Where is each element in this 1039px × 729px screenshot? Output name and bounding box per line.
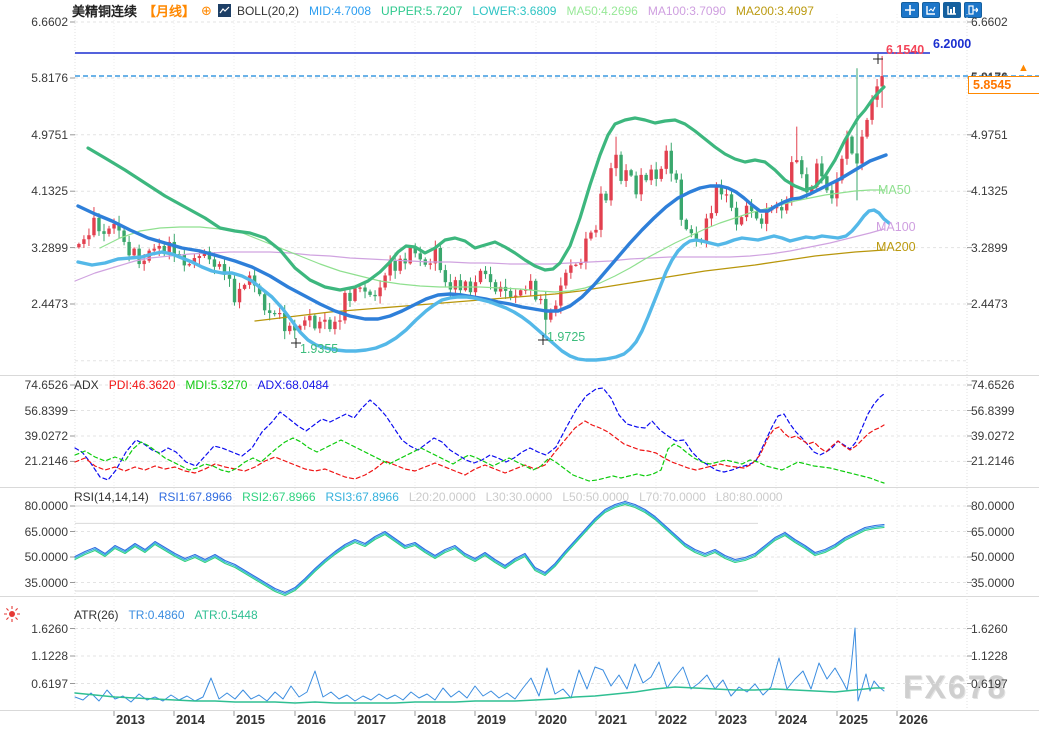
symbol-name[interactable]: 美精铜连续 (72, 1, 137, 20)
readout-value: ADX (74, 378, 99, 392)
ma100-line-tag: MA100 (876, 220, 916, 234)
readout-value: ATR(26) (74, 608, 118, 622)
rsi-panel-header: RSI(14,14,14) RSI1:67.8966 RSI2:67.8966 RSI… (74, 490, 783, 504)
low-2020-annotation: 1.9725 (547, 330, 585, 344)
readout-value: RSI3:67.8966 (326, 490, 399, 504)
readout-value: RSI2:67.8966 (242, 490, 315, 504)
atr-panel-header: ATR(26) TR:0.4860 ATR:0.5448 (74, 608, 258, 622)
adx-panel-header: ADX PDI:46.3620 MDI:5.3270 ADX:68.0484 (74, 378, 329, 392)
period-tag[interactable]: 【月线】 (143, 1, 195, 20)
chart-header: 美精铜连续 【月线】 ⊕ BOLL(20,2) MID:4.7008 UPPER:5… (72, 1, 814, 20)
readout-value: PDI:46.3620 (109, 378, 176, 392)
alert-sunburst-icon[interactable] (3, 605, 21, 626)
readout-value: MID:4.7008 (309, 4, 371, 18)
readout-value: L80:80.0000 (716, 490, 783, 504)
add-indicator-icon[interactable]: ⊕ (201, 3, 212, 19)
ma200-line-tag: MA200 (876, 240, 916, 254)
readout-value: L50:50.0000 (562, 490, 629, 504)
readout-value: RSI(14,14,14) (74, 490, 149, 504)
readout-value: ADX:68.0484 (257, 378, 328, 392)
readout-value: MA50:4.2696 (566, 4, 637, 18)
readout-value: ATR:0.5448 (195, 608, 258, 622)
readout-value: L30:30.0000 (486, 490, 553, 504)
chart-application: 美精铜连续 【月线】 ⊕ BOLL(20,2) MID:4.7008 UPPER:5… (0, 0, 1039, 729)
readout-value: MA200:3.4097 (736, 4, 814, 18)
ma50-line-tag: MA50 (878, 183, 911, 197)
low-2016-annotation: 1.9355 (300, 342, 338, 356)
readout-value: LOWER:3.6809 (472, 4, 556, 18)
high-price-annotation: 6.1540 (886, 43, 924, 57)
readout-value: L70:70.0000 (639, 490, 706, 504)
drawn-level-annotation[interactable]: 6.2000 (933, 37, 971, 51)
last-price-tag[interactable]: 5.8545 (968, 76, 1039, 94)
readout-value: MA100:3.7090 (648, 4, 726, 18)
readout-value: UPPER:5.7207 (381, 4, 462, 18)
candlestick-chart-icon[interactable] (218, 4, 231, 17)
readout-value: L20:20.0000 (409, 490, 476, 504)
readout-value: TR:0.4860 (128, 608, 184, 622)
readout-value: MDI:5.3270 (185, 378, 247, 392)
readout-value: RSI1:67.8966 (159, 490, 232, 504)
readout-value: BOLL(20,2) (237, 4, 299, 18)
price-up-arrow-icon: ▲ (1018, 62, 1029, 74)
indicator-readouts: BOLL(20,2) MID:4.7008 UPPER:5.7207 LOWER:3.… (237, 4, 814, 18)
